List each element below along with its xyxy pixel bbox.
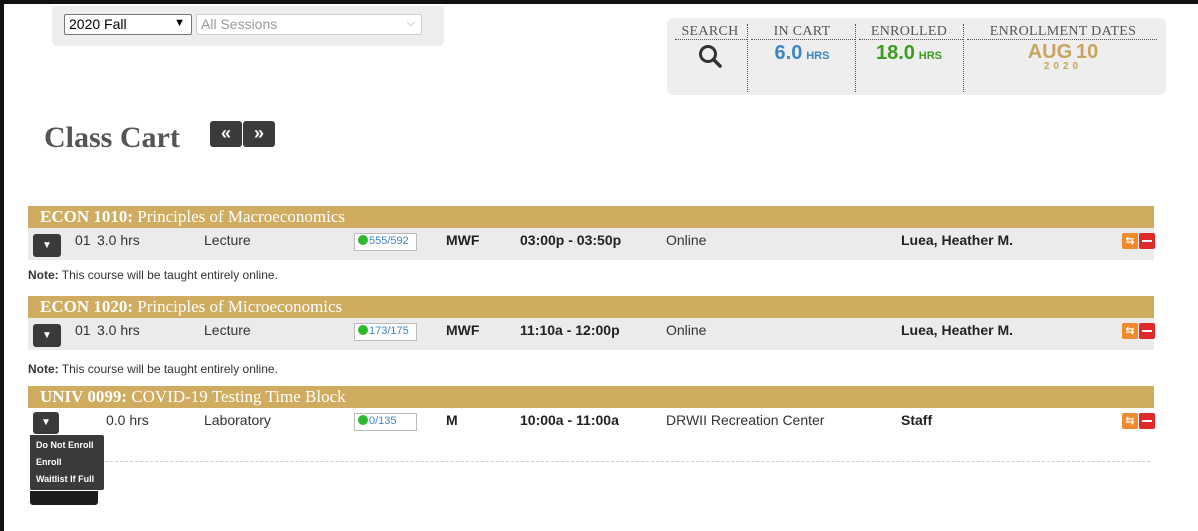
cart-summary-panel: SEARCH IN CART 6.0 HRS ENROLLED 18.0 HRS… xyxy=(667,18,1166,95)
enrolled-label: ENROLLED xyxy=(870,24,948,39)
section-number: 01 xyxy=(75,232,91,248)
divider xyxy=(675,39,747,40)
course-code: ECON 1020: xyxy=(40,297,134,316)
cart-navigation: « » xyxy=(210,121,276,147)
next-button[interactable]: » xyxy=(243,121,275,147)
enrolled-column: ENROLLED 18.0 HRS xyxy=(857,18,961,95)
session-select-value: All Sessions xyxy=(201,16,278,32)
availability-dot-icon xyxy=(358,325,368,335)
section-number: 01 xyxy=(75,322,91,338)
in-cart-unit: HRS xyxy=(806,50,830,62)
in-cart-column: IN CART 6.0 HRS xyxy=(749,18,855,95)
section-row: ▼ 01 3.0 hrs Lecture 555/592 MWF 03:00p … xyxy=(28,228,1155,260)
course-title: Principles of Macroeconomics xyxy=(137,207,345,226)
term-select-value: 2020 Fall xyxy=(69,16,127,32)
in-cart-label: IN CART xyxy=(773,24,831,39)
enrollment-dates-column: ENROLLMENT DATES AUG 10 2020 xyxy=(965,18,1161,95)
class-type: Lecture xyxy=(204,232,251,248)
meeting-days: MWF xyxy=(446,232,480,248)
remove-icon[interactable] xyxy=(1139,413,1155,429)
meeting-time: 11:10a - 12:00p xyxy=(520,322,620,338)
meeting-days: MWF xyxy=(446,322,480,338)
course-header: ECON 1010: Principles of Macroeconomics xyxy=(28,206,1154,228)
seats-count: 0/135 xyxy=(369,415,397,427)
availability-dot-icon xyxy=(358,415,368,425)
divider xyxy=(859,39,963,40)
seats-available-badge: 0/135 xyxy=(354,413,417,431)
meeting-days: M xyxy=(446,412,458,428)
enroll-option-dropdown-button[interactable]: ▼ xyxy=(33,324,61,347)
dropdown-shadow xyxy=(30,491,98,505)
divider xyxy=(967,39,1157,40)
class-type: Lecture xyxy=(204,322,251,338)
chevron-down-icon: ⌵ xyxy=(406,17,415,29)
swap-icon[interactable]: ⇆ xyxy=(1122,413,1138,429)
left-border xyxy=(0,0,4,531)
term-selector-panel: 2020 Fall ▼ All Sessions ⌵ xyxy=(52,6,444,46)
divider xyxy=(747,24,748,92)
seats-count: 173/175 xyxy=(369,325,409,337)
in-cart-value: 6.0 xyxy=(774,42,803,64)
enrolled-value: 18.0 xyxy=(875,42,915,64)
search-label: SEARCH xyxy=(681,24,739,39)
availability-dot-icon xyxy=(358,235,368,245)
menu-item-waitlist-if-full[interactable]: Waitlist If Full xyxy=(30,471,104,488)
credit-hours: 3.0 hrs xyxy=(97,322,140,338)
enrollment-year: 2020 xyxy=(1043,61,1083,72)
chevron-down-icon: ▼ xyxy=(174,17,185,29)
divider xyxy=(40,461,1150,462)
enroll-option-menu: Do Not Enroll Enroll Waitlist If Full xyxy=(30,435,104,490)
term-select[interactable]: 2020 Fall ▼ xyxy=(64,14,192,35)
credit-hours: 0.0 hrs xyxy=(106,412,149,428)
enrollment-month: AUG xyxy=(1027,41,1073,63)
course-code: ECON 1010: xyxy=(40,207,134,226)
course-note: Note: This course will be taught entirel… xyxy=(28,268,1154,286)
class-type: Laboratory xyxy=(204,412,271,428)
note-label: Note: xyxy=(28,268,59,282)
course-header: ECON 1020: Principles of Microeconomics xyxy=(28,296,1154,318)
search-icon[interactable] xyxy=(675,43,745,72)
note-text: This course will be taught entirely onli… xyxy=(61,362,278,376)
swap-icon[interactable]: ⇆ xyxy=(1122,323,1138,339)
page-title: Class Cart xyxy=(44,121,180,154)
search-column[interactable]: SEARCH xyxy=(675,18,745,95)
menu-item-enroll[interactable]: Enroll xyxy=(30,454,104,471)
session-select[interactable]: All Sessions ⌵ xyxy=(196,14,422,35)
course-title: COVID-19 Testing Time Block xyxy=(131,387,346,406)
enrollment-dates-label: ENROLLMENT DATES xyxy=(989,24,1137,39)
remove-icon[interactable] xyxy=(1139,323,1155,339)
swap-icon[interactable]: ⇆ xyxy=(1122,233,1138,249)
meeting-time: 10:00a - 11:00a xyxy=(520,412,619,428)
location: Online xyxy=(666,322,707,338)
note-label: Note: xyxy=(28,362,59,376)
meeting-time: 03:00p - 03:50p xyxy=(520,232,622,248)
instructor: Staff xyxy=(901,412,933,428)
course-title: Principles of Microeconomics xyxy=(137,297,343,316)
divider xyxy=(855,24,856,92)
seats-count: 555/592 xyxy=(369,235,409,247)
instructor: Luea, Heather M. xyxy=(901,322,1014,338)
section-row: ▼ 0.0 hrs Laboratory 0/135 M 10:00a - 11… xyxy=(28,408,1155,440)
seats-available-badge: 555/592 xyxy=(354,233,417,251)
remove-icon[interactable] xyxy=(1139,233,1155,249)
top-border xyxy=(0,0,1198,4)
note-text: This course will be taught entirely onli… xyxy=(61,268,278,282)
menu-item-do-not-enroll[interactable]: Do Not Enroll xyxy=(30,437,104,454)
course-note: Note: This course will be taught entirel… xyxy=(28,362,1154,380)
seats-available-badge: 173/175 xyxy=(354,323,417,341)
divider xyxy=(751,39,855,40)
location: DRWII Recreation Center xyxy=(666,412,825,428)
divider xyxy=(963,24,964,92)
credit-hours: 3.0 hrs xyxy=(97,232,140,248)
course-code: UNIV 0099: xyxy=(40,387,128,406)
section-row: ▼ 01 3.0 hrs Lecture 173/175 MWF 11:10a … xyxy=(28,318,1155,350)
previous-button[interactable]: « xyxy=(210,121,242,147)
enrolled-unit: HRS xyxy=(918,50,943,62)
course-header: UNIV 0099: COVID-19 Testing Time Block xyxy=(28,386,1154,408)
enrollment-day: 10 xyxy=(1076,41,1099,63)
enroll-option-dropdown-button[interactable]: ▼ xyxy=(33,412,59,434)
instructor: Luea, Heather M. xyxy=(901,232,1014,248)
enroll-option-dropdown-button[interactable]: ▼ xyxy=(33,234,61,257)
location: Online xyxy=(666,232,707,248)
